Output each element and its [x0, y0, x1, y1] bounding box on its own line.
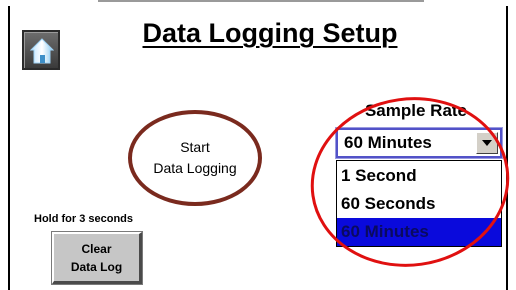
home-button[interactable] — [22, 30, 60, 70]
clear-button-label-line2: Data Log — [70, 259, 123, 274]
home-icon — [30, 38, 54, 64]
sample-rate-options-list: 1 Second 60 Seconds 60 Minutes — [336, 160, 502, 247]
start-button-label-line2: Data Logging — [153, 160, 237, 176]
sample-rate-selected-value: 60 Minutes — [344, 133, 432, 152]
rate-option-1-second[interactable]: 1 Second — [337, 162, 501, 190]
frame-left-border — [8, 6, 10, 290]
start-button-label-line1: Start — [180, 139, 210, 155]
clear-data-log-button[interactable]: Clear Data Log — [51, 231, 143, 285]
sample-rate-dropdown[interactable]: 60 Minutes — [335, 127, 503, 159]
data-logging-setup-screen: Data Logging Setup Start Data Logging Ho… — [0, 0, 516, 290]
hold-hint: Hold for 3 seconds — [34, 213, 134, 225]
clear-button-label-line1: Clear — [81, 241, 112, 256]
chevron-down-icon — [482, 140, 492, 146]
sample-rate-label: Sample Rate — [364, 101, 468, 120]
page-title: Data Logging Setup — [142, 18, 398, 48]
start-data-logging-button[interactable]: Start Data Logging — [128, 110, 262, 206]
rate-option-60-minutes[interactable]: 60 Minutes — [337, 218, 501, 246]
frame-right-border — [506, 6, 508, 290]
frame-top-border — [98, 0, 424, 4]
rate-option-60-seconds[interactable]: 60 Seconds — [337, 190, 501, 218]
dropdown-toggle-button[interactable] — [476, 132, 498, 154]
